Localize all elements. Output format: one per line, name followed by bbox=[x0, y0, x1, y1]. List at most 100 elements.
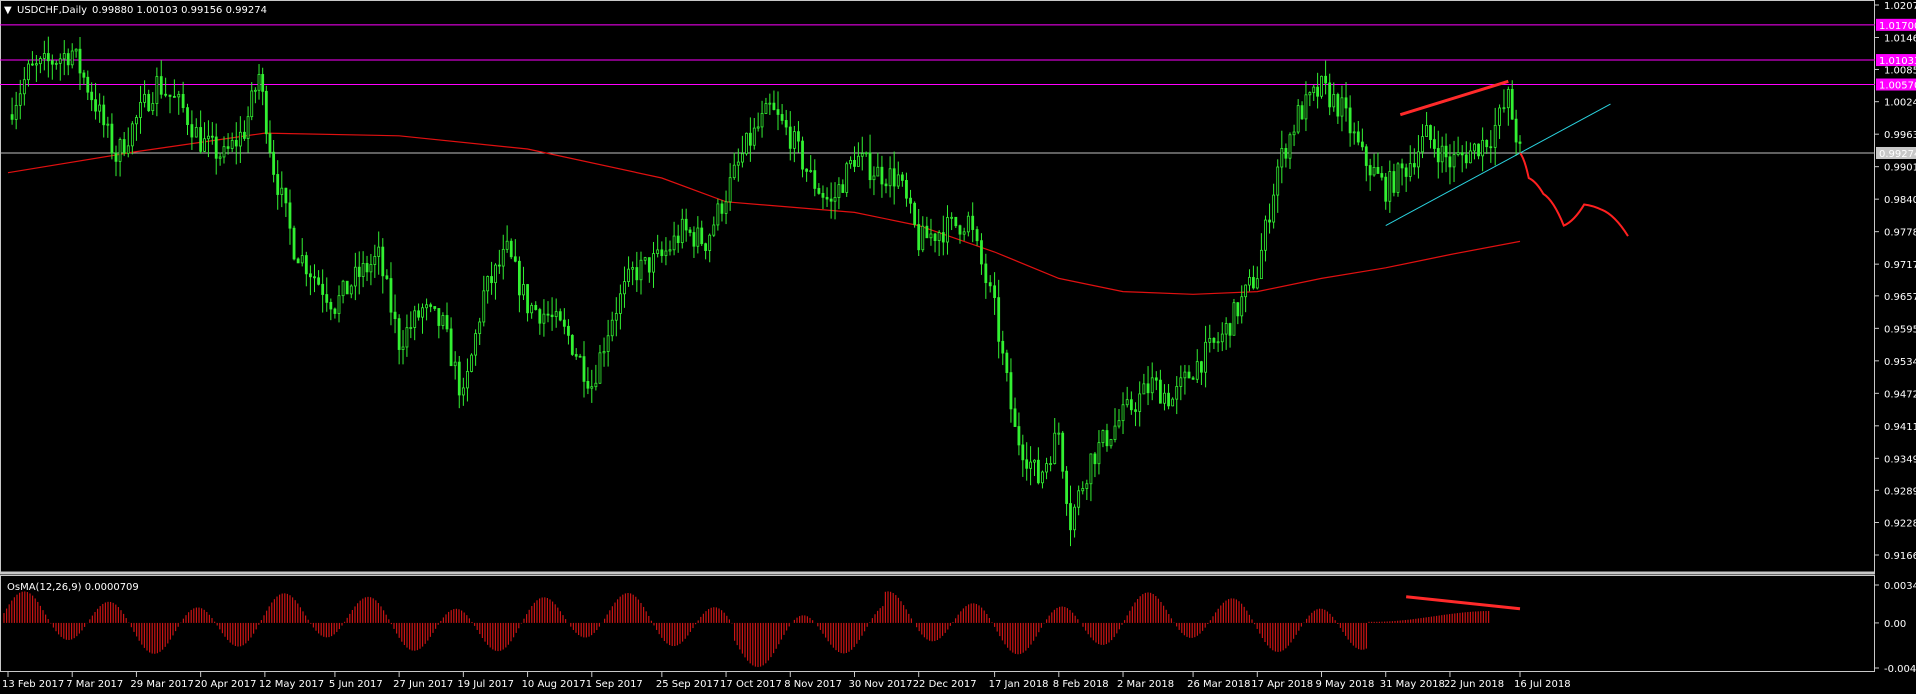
candle-body bbox=[164, 93, 168, 96]
candle-body bbox=[474, 333, 478, 356]
candle-body bbox=[345, 280, 349, 295]
candle-body bbox=[361, 263, 365, 277]
candle-body bbox=[1029, 461, 1032, 469]
candle-body bbox=[937, 232, 941, 242]
candle-body bbox=[837, 184, 841, 198]
candle-body bbox=[530, 304, 534, 314]
candle-body bbox=[980, 240, 983, 265]
candle-body bbox=[373, 256, 377, 265]
usdchf-daily-chart[interactable]: 1.017001.010331.005700.99274 0.0034820.0… bbox=[0, 0, 1916, 694]
candle-body bbox=[494, 264, 497, 284]
date-tick-label: 30 Nov 2017 bbox=[848, 679, 912, 690]
candle-body bbox=[672, 235, 676, 251]
candle-body bbox=[971, 215, 975, 230]
date-tick-label: 17 Jan 2018 bbox=[989, 679, 1049, 690]
candle-body bbox=[1212, 337, 1216, 343]
candle-body bbox=[602, 351, 606, 354]
candle-body bbox=[1272, 194, 1276, 223]
candle-body bbox=[226, 146, 230, 149]
candle-body bbox=[470, 354, 473, 372]
candle-body bbox=[1376, 167, 1380, 174]
candle-body bbox=[292, 227, 296, 260]
candle-body bbox=[872, 175, 876, 181]
candle-body bbox=[357, 266, 361, 277]
candle-body bbox=[833, 197, 837, 202]
candle-body bbox=[118, 139, 122, 162]
candle-body bbox=[18, 93, 22, 106]
candle-body bbox=[1113, 425, 1117, 440]
price-tick-label: 0.93495 bbox=[1884, 454, 1916, 465]
candle-body bbox=[1481, 139, 1485, 157]
candle-body bbox=[578, 355, 582, 358]
candle-body bbox=[776, 109, 780, 115]
candle-body bbox=[1360, 141, 1364, 148]
chart-menu-arrow-icon[interactable]: ▼ bbox=[4, 5, 12, 16]
candle-body bbox=[172, 96, 176, 98]
candle-body bbox=[441, 315, 445, 326]
candle-body bbox=[692, 232, 696, 247]
price-tick-label: 0.98400 bbox=[1884, 195, 1916, 206]
candle-body bbox=[635, 267, 639, 281]
date-tick-label: 9 May 2018 bbox=[1316, 679, 1375, 690]
candle-body bbox=[676, 235, 680, 244]
candle-body bbox=[909, 197, 912, 204]
price-tick-label: 0.97170 bbox=[1884, 260, 1916, 271]
candle-body bbox=[1436, 148, 1440, 163]
candle-body bbox=[876, 166, 880, 177]
candle-body bbox=[586, 380, 590, 389]
candle-body bbox=[1412, 163, 1416, 168]
candle-body bbox=[1448, 156, 1452, 168]
candle-body bbox=[1244, 284, 1248, 298]
date-tick-label: 22 Jun 2018 bbox=[1444, 679, 1504, 690]
candle-body bbox=[194, 127, 198, 138]
candle-body bbox=[122, 139, 126, 154]
candle-body bbox=[1248, 277, 1251, 286]
candle-body bbox=[1392, 171, 1396, 193]
candle-body bbox=[1308, 92, 1312, 96]
candle-body bbox=[598, 352, 602, 384]
candle-body bbox=[1421, 136, 1424, 153]
candle-body bbox=[86, 76, 90, 93]
candle-body bbox=[139, 101, 142, 118]
candle-body bbox=[933, 233, 937, 242]
candle-body bbox=[856, 155, 860, 167]
candle-body bbox=[1101, 430, 1105, 444]
candle-body bbox=[680, 218, 684, 244]
candle-body bbox=[1506, 88, 1510, 109]
candle-body bbox=[66, 53, 70, 66]
candle-body bbox=[409, 327, 413, 329]
candle-body bbox=[1085, 483, 1089, 489]
candle-body bbox=[1344, 97, 1348, 109]
candle-body bbox=[1396, 163, 1400, 193]
candle-body bbox=[700, 227, 704, 245]
candle-body bbox=[1498, 107, 1501, 126]
candle-body bbox=[130, 123, 134, 147]
candle-body bbox=[501, 248, 505, 267]
candle-body bbox=[243, 131, 246, 139]
candle-body bbox=[31, 63, 34, 66]
candle-body bbox=[1009, 372, 1013, 410]
candle-body bbox=[27, 63, 30, 81]
price-tick-label: 0.99630 bbox=[1884, 130, 1916, 141]
price-tick-label: 1.01460 bbox=[1884, 33, 1916, 44]
candle-body bbox=[1187, 371, 1191, 379]
osma-tick-label: 0.00 bbox=[1884, 619, 1906, 630]
candle-body bbox=[993, 285, 996, 299]
candle-body bbox=[656, 249, 660, 254]
candle-body bbox=[1057, 432, 1061, 435]
candle-body bbox=[1464, 154, 1468, 164]
candle-body bbox=[1240, 296, 1244, 317]
price-tick-label: 1.00855 bbox=[1884, 65, 1916, 76]
candle-body bbox=[321, 283, 325, 295]
candle-body bbox=[941, 232, 945, 243]
candle-body bbox=[623, 281, 626, 295]
candle-body bbox=[110, 123, 114, 154]
candle-body bbox=[1429, 125, 1432, 140]
candle-body bbox=[1142, 383, 1146, 395]
candle-body bbox=[1228, 323, 1232, 336]
candle-body bbox=[1284, 148, 1288, 159]
price-tick-label: 0.97785 bbox=[1884, 228, 1916, 239]
date-tick-label: 19 Jul 2017 bbox=[457, 679, 514, 690]
candle-body bbox=[594, 382, 598, 388]
candle-body bbox=[393, 311, 397, 320]
